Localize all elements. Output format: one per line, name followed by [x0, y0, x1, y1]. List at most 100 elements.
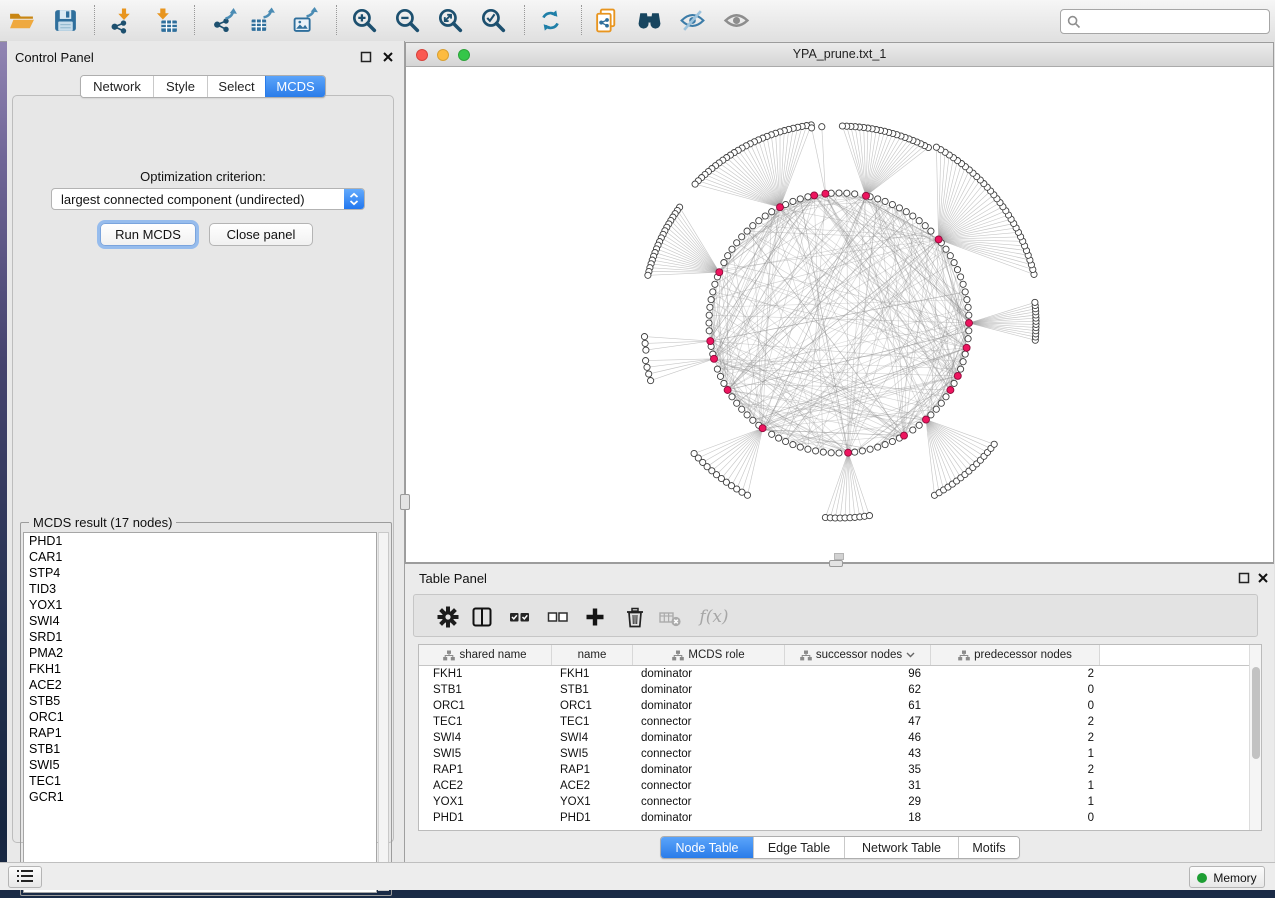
- refresh-button[interactable]: [534, 4, 568, 37]
- mcds-result-item[interactable]: STB1: [24, 741, 376, 757]
- zoom-out-button[interactable]: [391, 4, 425, 37]
- search-binoculars-button[interactable]: [633, 4, 667, 37]
- search-input[interactable]: [1081, 12, 1269, 31]
- workspace: Control Panel NetworkStyleSelectMCDS Opt…: [7, 41, 1275, 862]
- zoom-fit-button[interactable]: [434, 4, 468, 37]
- open-file-button[interactable]: [5, 4, 39, 37]
- close-panel-button[interactable]: Close panel: [209, 223, 313, 246]
- tab-network[interactable]: Network: [81, 76, 153, 97]
- import-network-icon: [110, 7, 137, 34]
- unselect-all-button[interactable]: [545, 604, 573, 630]
- table-row[interactable]: STB1STB1dominator620: [419, 682, 1261, 698]
- mcds-result-item[interactable]: SWI4: [24, 613, 376, 629]
- table-row[interactable]: SWI4SWI4dominator462: [419, 730, 1261, 746]
- table-row[interactable]: RAP1RAP1dominator352: [419, 762, 1261, 778]
- network-window-titlebar[interactable]: YPA_prune.txt_1: [406, 43, 1273, 67]
- show-hide-button[interactable]: [676, 4, 710, 37]
- table-cell: 31: [785, 778, 931, 794]
- table-scrollbar-thumb[interactable]: [1252, 667, 1260, 759]
- table-cell: 35: [785, 762, 931, 778]
- tab-edge-table[interactable]: Edge Table: [753, 837, 844, 858]
- export-image-button[interactable]: [289, 4, 323, 37]
- table-row[interactable]: YOX1YOX1connector291: [419, 794, 1261, 810]
- table-toolbar: f(x): [413, 594, 1258, 637]
- tab-motifs[interactable]: Motifs: [958, 837, 1019, 858]
- select-all-button[interactable]: [507, 604, 535, 630]
- mcds-tab-panel: Optimization criterion: largest connecte…: [12, 95, 394, 843]
- float-table-panel-icon[interactable]: [1237, 572, 1251, 586]
- table-row[interactable]: TEC1TEC1connector472: [419, 714, 1261, 730]
- delete-column-button-disabled[interactable]: [657, 604, 685, 630]
- save-session-button[interactable]: [49, 4, 83, 37]
- clone-network-button[interactable]: [590, 4, 624, 37]
- mcds-result-item[interactable]: YOX1: [24, 597, 376, 613]
- table-scrollbar[interactable]: [1249, 645, 1261, 830]
- mcds-result-item[interactable]: STB5: [24, 693, 376, 709]
- tab-mcds[interactable]: MCDS: [265, 76, 325, 97]
- column-header-MCDS-role[interactable]: MCDS role: [633, 645, 785, 665]
- import-network-button[interactable]: [107, 4, 141, 37]
- table-cell: connector: [633, 794, 785, 810]
- delete-values-button[interactable]: [622, 604, 650, 630]
- mcds-result-scrollbar[interactable]: [378, 532, 389, 891]
- eye-button[interactable]: [720, 4, 754, 37]
- mcds-result-item[interactable]: PHD1: [24, 533, 376, 549]
- mcds-result-item[interactable]: SWI5: [24, 757, 376, 773]
- table-tabs: Node TableEdge TableNetwork TableMotifs: [660, 836, 1020, 859]
- table-cell: YOX1: [552, 794, 633, 810]
- mcds-result-item[interactable]: TID3: [24, 581, 376, 597]
- tab-node-table[interactable]: Node Table: [661, 837, 753, 858]
- zoom-selected-icon: [480, 7, 507, 34]
- table-row[interactable]: ORC1ORC1dominator610: [419, 698, 1261, 714]
- table-row[interactable]: SWI5SWI5connector431: [419, 746, 1261, 762]
- mcds-result-item[interactable]: TEC1: [24, 773, 376, 789]
- mcds-result-item[interactable]: ACE2: [24, 677, 376, 693]
- table-cell: 61: [785, 698, 931, 714]
- add-column-button[interactable]: [582, 604, 610, 630]
- tab-select[interactable]: Select: [207, 76, 265, 97]
- mcds-result-item[interactable]: FKH1: [24, 661, 376, 677]
- table-cell: 96: [785, 666, 931, 682]
- mcds-result-item[interactable]: SRD1: [24, 629, 376, 645]
- mcds-result-item[interactable]: STP4: [24, 565, 376, 581]
- table-row[interactable]: PHD1PHD1dominator180: [419, 810, 1261, 826]
- table-cell: SWI5: [552, 746, 633, 762]
- column-header-predecessor-nodes[interactable]: predecessor nodes: [931, 645, 1100, 665]
- close-panel-icon[interactable]: [381, 51, 395, 65]
- mcds-result-item[interactable]: RAP1: [24, 725, 376, 741]
- column-header-name[interactable]: name: [552, 645, 633, 665]
- column-header-shared-name[interactable]: shared name: [419, 645, 552, 665]
- mcds-result-item[interactable]: ORC1: [24, 709, 376, 725]
- horizontal-split-handle[interactable]: [829, 560, 843, 567]
- mcds-result-item[interactable]: PMA2: [24, 645, 376, 661]
- optimization-criterion-select[interactable]: largest connected component (undirected): [51, 188, 365, 210]
- column-header-successor-nodes[interactable]: successor nodes: [785, 645, 931, 665]
- export-table-button[interactable]: [246, 4, 280, 37]
- table-row[interactable]: FKH1FKH1dominator962: [419, 666, 1261, 682]
- export-network-button[interactable]: [209, 4, 243, 37]
- table-row[interactable]: ACE2ACE2connector311: [419, 778, 1261, 794]
- run-mcds-button[interactable]: Run MCDS: [100, 223, 196, 246]
- canvas-scroll-thumb[interactable]: [834, 553, 844, 560]
- task-history-button[interactable]: [8, 866, 42, 888]
- float-panel-icon[interactable]: [359, 51, 373, 65]
- import-table-button[interactable]: [150, 4, 184, 37]
- zoom-selected-button[interactable]: [477, 4, 511, 37]
- mcds-result-item[interactable]: GCR1: [24, 789, 376, 805]
- function-builder-button-disabled[interactable]: f(x): [694, 604, 734, 630]
- tab-network-table[interactable]: Network Table: [844, 837, 958, 858]
- close-table-panel-icon[interactable]: [1256, 572, 1270, 586]
- memory-button[interactable]: Memory: [1189, 866, 1265, 888]
- search-field[interactable]: [1060, 9, 1270, 34]
- network-canvas[interactable]: [406, 67, 1273, 562]
- table-cell: TEC1: [552, 714, 633, 730]
- tab-style[interactable]: Style: [153, 76, 207, 97]
- vertical-split-handle[interactable]: [400, 494, 410, 510]
- show-column-button[interactable]: [469, 604, 497, 630]
- mcds-result-item[interactable]: CAR1: [24, 549, 376, 565]
- table-settings-button[interactable]: [435, 604, 463, 630]
- toolbar-separator: [581, 5, 582, 35]
- zoom-in-button[interactable]: [348, 4, 382, 37]
- network-view-window: YPA_prune.txt_1: [405, 42, 1274, 563]
- save-icon: [52, 7, 79, 34]
